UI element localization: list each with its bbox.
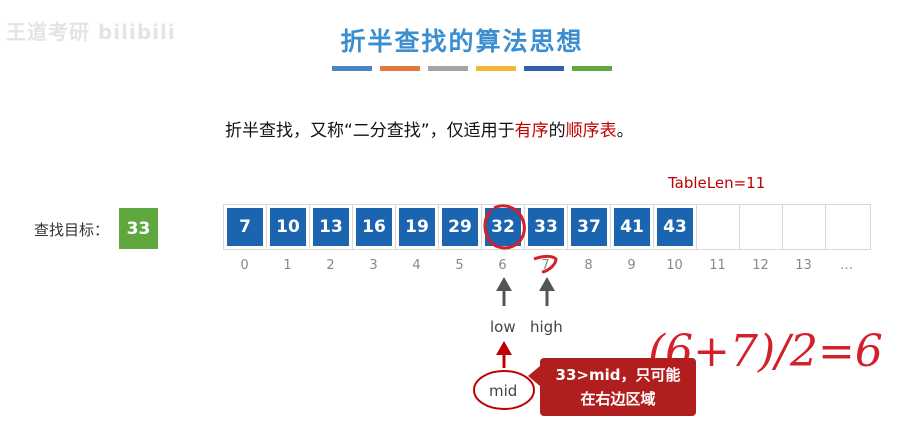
callout-pointer xyxy=(528,366,540,386)
annotation-layer: (6+7)/2=6 xyxy=(473,204,883,410)
mid-pointer-label: mid xyxy=(489,382,518,400)
high-arrow-icon xyxy=(539,277,555,306)
high-pointer-label: high xyxy=(530,318,563,336)
callout-line-1: 33>mid，只可能 xyxy=(555,366,681,384)
low-pointer-label: low xyxy=(490,318,516,336)
mid-arrow-icon xyxy=(496,341,512,368)
callout-line-2: 在右边区域 xyxy=(580,390,656,408)
hand-mark-icon xyxy=(533,254,558,274)
callout-box: 33>mid，只可能 在右边区域 xyxy=(540,358,696,416)
low-arrow-icon xyxy=(496,277,512,306)
hand-circle-icon xyxy=(483,204,526,250)
